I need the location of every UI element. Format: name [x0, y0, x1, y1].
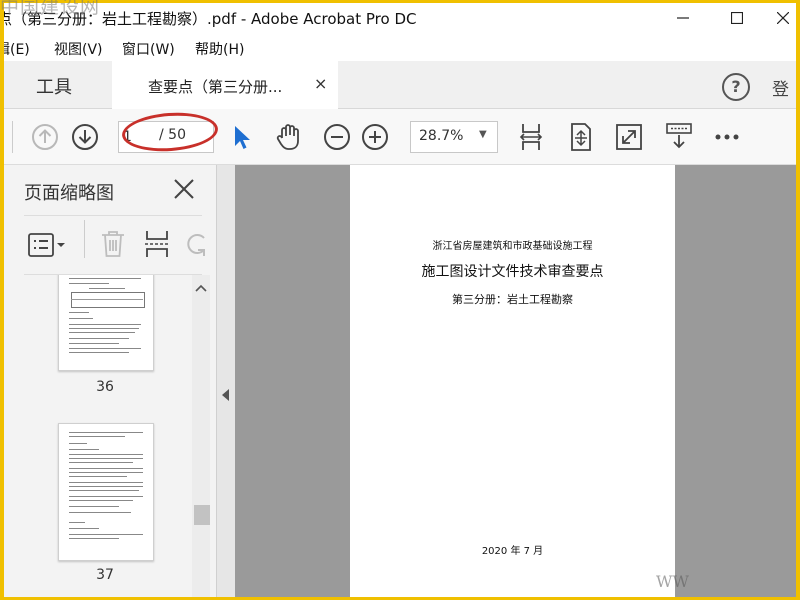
menu-bar: 编辑(E) 视图(V) 窗口(W) 帮助(H) — [4, 35, 796, 59]
thumbnail-scrollbar[interactable] — [192, 275, 210, 597]
document-subtitle: 第三分册：岩土工程勘察 — [452, 293, 573, 306]
thumb-text-line — [69, 332, 135, 333]
thumbnail-list: 36 37 — [4, 275, 216, 597]
tab-document-label: 查要点（第三分册... — [148, 78, 283, 96]
tab-document[interactable]: 查要点（第三分册... × — [112, 61, 338, 109]
collapse-arrow-icon[interactable] — [222, 389, 229, 401]
thumb-text-line — [69, 278, 141, 279]
zoom-value: 28.7% — [419, 128, 464, 144]
thumb-text-line — [69, 522, 85, 523]
next-page-icon[interactable] — [70, 122, 100, 152]
thumb-table — [71, 292, 145, 308]
prev-page-icon[interactable] — [30, 122, 60, 152]
thumb-text-line — [69, 468, 143, 469]
thumb-text-line — [69, 343, 119, 344]
panel-title: 页面缩略图 — [24, 183, 114, 204]
close-icon[interactable] — [172, 177, 196, 201]
zoom-select[interactable]: 28.7% ▼ — [410, 121, 498, 153]
thumbnail-panel: 页面缩略图 36 37 — [4, 165, 216, 597]
tab-bar: 工具 查要点（第三分册... × ? 登 — [4, 61, 796, 109]
close-icon — [777, 12, 789, 24]
zoom-in-icon[interactable] — [360, 122, 390, 152]
thumbnail-page-36[interactable] — [58, 275, 154, 371]
thumb-text-line — [69, 352, 129, 353]
thumbnail-page-37[interactable] — [58, 423, 154, 561]
thumb-text-line — [69, 324, 141, 325]
watermark-text: WW — [656, 572, 689, 591]
app-window: 要点（第三分册：岩土工程勘察）.pdf - Adobe Acrobat Pro … — [4, 3, 796, 597]
insert-page-icon[interactable] — [144, 230, 170, 262]
thumb-text-line — [69, 449, 99, 450]
scroll-mode-icon[interactable] — [664, 122, 694, 152]
thumb-text-line — [69, 500, 133, 501]
thumb-text-line — [69, 528, 99, 529]
panel-divider — [84, 220, 85, 258]
title-bar: 要点（第三分册：岩土工程勘察）.pdf - Adobe Acrobat Pro … — [4, 3, 796, 33]
tab-tools-label: 工具 — [36, 77, 72, 98]
thumb-text-line — [71, 299, 143, 300]
menu-edit[interactable]: 编辑(E) — [4, 39, 30, 59]
thumb-text-line — [69, 312, 89, 313]
thumb-text-line — [69, 338, 129, 339]
toolbar: / 50 28.7% ▼ — [4, 109, 796, 165]
menu-help[interactable]: 帮助(H) — [195, 39, 244, 59]
thumbnail-page-number: 36 — [96, 379, 114, 395]
thumb-text-line — [69, 512, 131, 513]
thumb-text-line — [69, 348, 141, 349]
thumb-text-line — [69, 328, 139, 329]
panel-collapse-strip[interactable] — [216, 165, 235, 597]
thumb-text-line — [69, 454, 143, 455]
thumb-text-line — [69, 462, 133, 463]
sign-in-button[interactable]: 登 — [772, 75, 789, 100]
document-title: 施工图设计文件技术审查要点 — [421, 264, 604, 280]
menu-window[interactable]: 窗口(W) — [122, 39, 175, 59]
toolbar-divider — [12, 121, 13, 153]
trash-icon[interactable] — [100, 230, 126, 262]
fit-page-icon[interactable] — [566, 122, 596, 152]
thumb-text-line — [69, 458, 143, 459]
thumb-text-line — [69, 283, 109, 284]
pdf-page: 浙江省房屋建筑和市政基础设施工程 施工图设计文件技术审查要点 第三分册：岩土工程… — [350, 165, 675, 597]
select-arrow-icon[interactable] — [226, 122, 256, 152]
thumbnail-page-number: 37 — [96, 567, 114, 583]
thumb-text-line — [89, 288, 125, 289]
chevron-down-icon: ▼ — [479, 129, 487, 140]
thumb-text-line — [69, 506, 119, 507]
thumb-text-line — [69, 490, 139, 491]
thumb-text-line — [69, 476, 127, 477]
options-menu-icon[interactable] — [28, 233, 66, 261]
panel-toolbar — [24, 215, 205, 275]
document-line-1: 浙江省房屋建筑和市政基础设施工程 — [432, 241, 593, 252]
thumb-text-line — [69, 318, 93, 319]
thumb-text-line — [69, 472, 143, 473]
maximize-icon — [731, 12, 743, 24]
minimize-icon — [677, 17, 689, 19]
document-date: 2020 年 7 月 — [481, 546, 544, 557]
hand-tool-icon[interactable] — [274, 122, 304, 152]
minimize-button[interactable] — [660, 3, 706, 33]
tab-close-icon[interactable]: × — [314, 74, 327, 93]
menu-view[interactable]: 视图(V) — [54, 39, 103, 59]
thumb-text-line — [69, 538, 119, 539]
more-icon[interactable] — [712, 122, 742, 152]
watermark-text: 中国建设网 — [0, 0, 101, 18]
thumb-text-line — [69, 482, 143, 483]
thumb-text-line — [69, 496, 143, 497]
thumb-text-line — [69, 432, 143, 433]
full-screen-icon[interactable] — [614, 122, 644, 152]
thumb-text-line — [69, 436, 125, 437]
thumb-text-line — [69, 486, 143, 487]
maximize-button[interactable] — [714, 3, 760, 33]
tab-tools[interactable]: 工具 — [4, 61, 106, 108]
close-window-button[interactable] — [760, 3, 796, 33]
zoom-out-icon[interactable] — [322, 122, 352, 152]
thumb-text-line — [69, 443, 87, 444]
fit-width-icon[interactable] — [516, 122, 546, 152]
scrollbar-thumb[interactable] — [194, 505, 210, 525]
thumb-text-line — [69, 534, 143, 535]
document-view: 浙江省房屋建筑和市政基础设施工程 施工图设计文件技术审查要点 第三分册：岩土工程… — [235, 165, 796, 597]
scroll-up-icon[interactable] — [192, 281, 210, 295]
rotate-icon[interactable] — [184, 230, 206, 262]
help-icon[interactable]: ? — [722, 73, 750, 101]
